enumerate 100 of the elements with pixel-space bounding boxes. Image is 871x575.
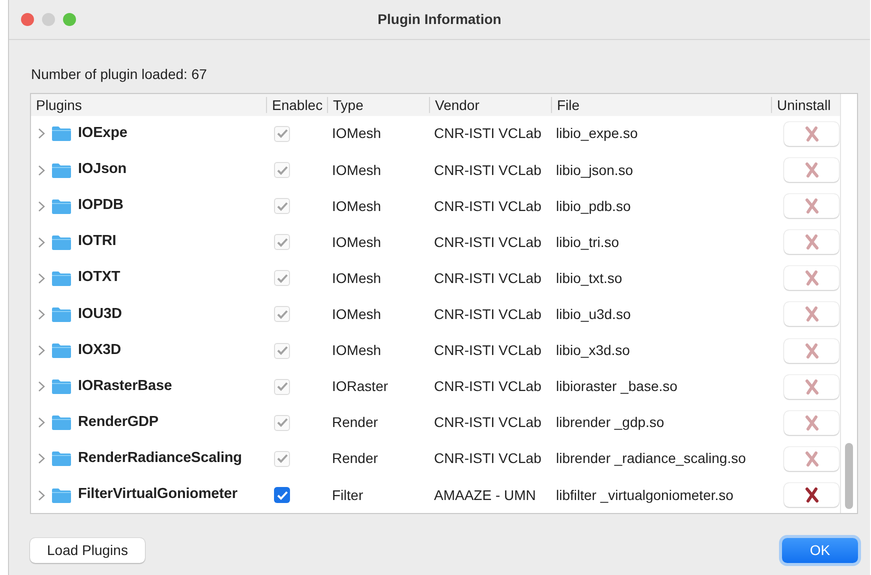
plugin-name: IORasterBase [78, 376, 172, 396]
file-name: librender _radiance_scaling.so [556, 450, 746, 466]
checkmark-icon [276, 129, 288, 138]
cross-icon [804, 126, 818, 142]
expand-chevron-icon[interactable] [38, 381, 45, 392]
plugin-name: IOExpe [78, 124, 128, 144]
cross-icon [804, 450, 818, 467]
folder-icon [52, 415, 71, 430]
folder-icon [52, 234, 71, 250]
column-header[interactable]: Type [327, 96, 429, 113]
cross-icon [804, 487, 818, 504]
expand-chevron-icon[interactable] [38, 164, 45, 176]
vendor-name: CNR-ISTI VCLab [434, 270, 542, 286]
uninstall-button[interactable] [784, 483, 839, 508]
plugin-name: IOPDB [78, 196, 124, 216]
window-title: Plugin Information [378, 11, 502, 27]
file-name: libioraster _base.so [556, 378, 678, 394]
checkmark-icon [276, 418, 288, 428]
cross-icon [804, 306, 818, 322]
checkmark-icon [276, 454, 288, 464]
checkmark-icon [276, 310, 288, 319]
cross-icon [804, 162, 818, 178]
plugin-name: RenderGDP [78, 412, 158, 432]
cross-icon [804, 198, 818, 214]
vendor-name: CNR-ISTI VCLab [434, 450, 542, 466]
expand-chevron-icon[interactable] [38, 272, 45, 284]
plugin-name: IOX3D [78, 340, 122, 360]
plugin-type: IOMesh [332, 342, 382, 358]
plugin-name: FilterVirtualGoniometer [78, 485, 238, 504]
plugin-type: IOMesh [332, 162, 382, 178]
expand-chevron-icon[interactable] [38, 128, 45, 140]
plugin-type: Render [332, 450, 378, 466]
folder-icon [52, 126, 71, 142]
checkmark-icon [276, 202, 288, 211]
plugin-type: Filter [332, 486, 364, 503]
expand-chevron-icon[interactable] [38, 490, 45, 501]
expand-chevron-icon[interactable] [38, 236, 45, 248]
cross-icon [804, 270, 818, 286]
scrollbar-thumb[interactable] [845, 443, 853, 509]
vendor-name: CNR-ISTI VCLab [434, 342, 542, 358]
cross-icon [804, 378, 818, 395]
plugin-type: Render [332, 414, 378, 430]
plugin-type: IOMesh [332, 125, 382, 142]
expand-chevron-icon[interactable] [38, 417, 45, 428]
folder-icon [52, 162, 71, 178]
plugin-name: IOJson [78, 160, 127, 180]
file-name: libio_u3d.so [556, 306, 631, 322]
file-name: librender _gdp.so [556, 414, 664, 430]
vendor-name: CNR-ISTI VCLab [434, 306, 542, 322]
close-button[interactable] [21, 13, 34, 26]
checkmark-icon [276, 346, 288, 356]
file-name: libfilter _virtualgoniometer.so [556, 486, 734, 503]
plugin-type: IORaster [332, 378, 388, 394]
column-header[interactable]: Enablec [266, 96, 327, 113]
file-name: libio_pdb.so [556, 198, 631, 214]
vendor-name: CNR-ISTI VCLab [434, 234, 542, 250]
folder-icon [52, 270, 71, 286]
plugin-type: IOMesh [332, 306, 382, 322]
checkmark-icon [276, 490, 288, 500]
vendor-name: CNR-ISTI VCLab [434, 162, 542, 178]
folder-icon [52, 306, 71, 322]
plugin-count-label: Number of plugin loaded: 67 [31, 66, 207, 82]
column-header[interactable]: Uninstall [771, 96, 840, 113]
vendor-name: CNR-ISTI VCLab [434, 378, 542, 394]
file-name: libio_txt.so [556, 270, 622, 286]
folder-icon [52, 451, 71, 466]
cross-icon [804, 414, 818, 431]
load-plugins-button[interactable]: Load Plugins [30, 538, 145, 563]
vendor-name: AMAAZE - UMN [434, 486, 536, 503]
checkmark-icon [276, 166, 288, 175]
plugin-type: IOMesh [332, 198, 382, 214]
folder-icon [52, 343, 71, 358]
vendor-name: CNR-ISTI VCLab [434, 414, 542, 430]
plugin-name: IOU3D [78, 304, 122, 324]
column-header[interactable]: Plugins [31, 96, 266, 113]
checkmark-icon [276, 238, 288, 247]
checkmark-icon [276, 274, 288, 283]
file-name: libio_x3d.so [556, 342, 630, 358]
plugin-name: IOTRI [78, 232, 116, 252]
vendor-name: CNR-ISTI VCLab [434, 125, 542, 142]
file-name: libio_json.so [556, 162, 634, 178]
expand-chevron-icon[interactable] [38, 345, 45, 356]
folder-icon [52, 379, 71, 394]
plugin-name: IOTXT [78, 268, 120, 288]
column-header[interactable]: Vendor [429, 96, 551, 113]
expand-chevron-icon[interactable] [38, 453, 45, 464]
cross-icon [804, 342, 818, 359]
expand-chevron-icon[interactable] [38, 200, 45, 212]
checkmark-icon [276, 382, 288, 392]
column-header[interactable]: File [551, 96, 771, 113]
file-name: libio_expe.so [556, 125, 638, 142]
enabled-checkbox[interactable] [274, 487, 290, 504]
expand-chevron-icon[interactable] [38, 308, 45, 320]
cross-icon [804, 234, 818, 250]
zoom-button[interactable] [63, 13, 76, 26]
folder-icon [52, 488, 71, 503]
plugin-name: RenderRadianceScaling [78, 449, 242, 468]
ok-button[interactable]: OK [782, 538, 858, 563]
vendor-name: CNR-ISTI VCLab [434, 198, 542, 214]
folder-icon [52, 198, 71, 214]
